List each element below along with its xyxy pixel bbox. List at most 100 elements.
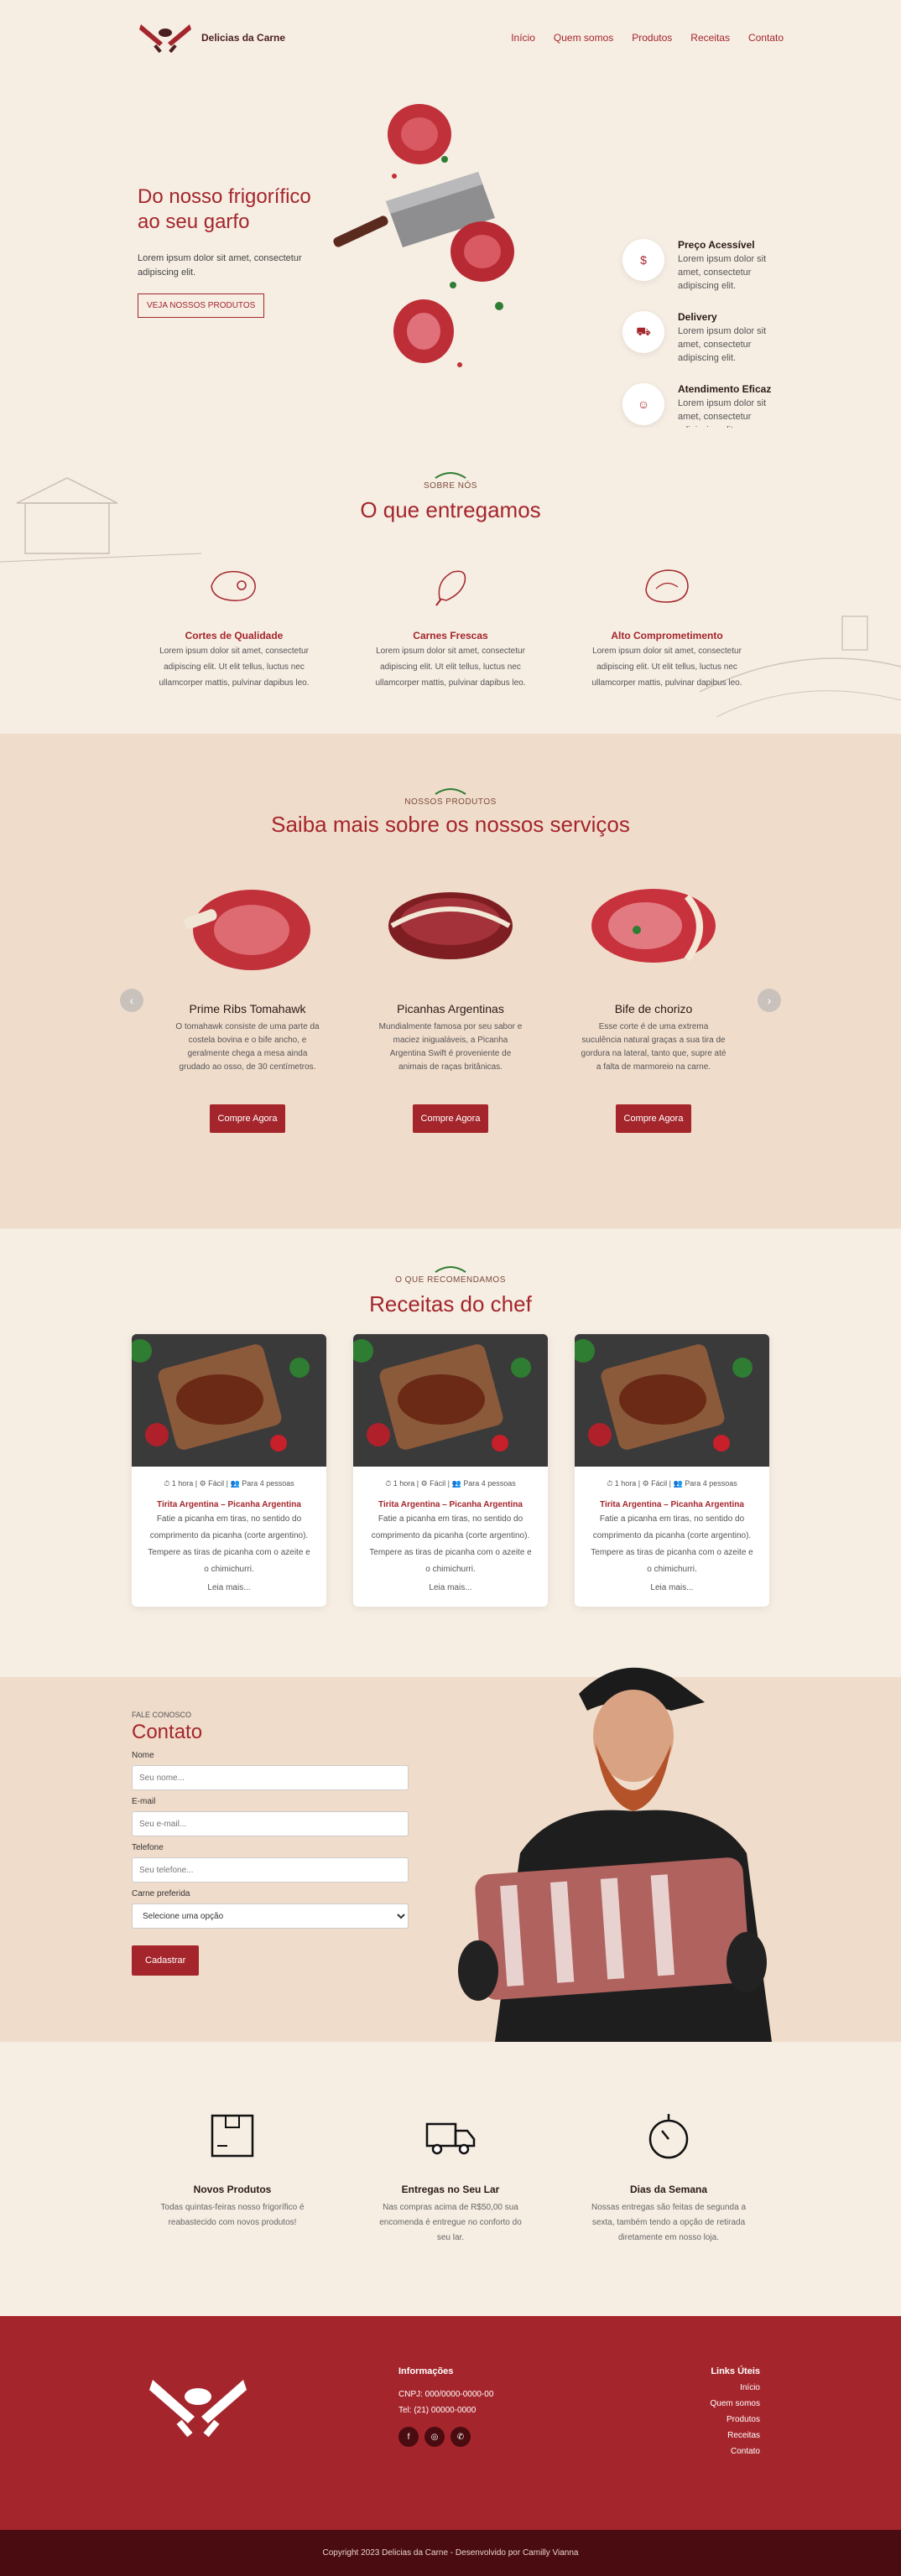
benefit-item: Novos Produtos Todas quintas-feiras noss… [155,2111,310,2316]
feature-item: ⛟ Delivery Lorem ipsum dolor sit amet, c… [622,311,790,365]
products-eyebrow: NOSSOS PRODUTOS [404,797,497,807]
footer-link-receitas[interactable]: Receitas [711,2428,760,2444]
stopwatch-icon [648,2114,689,2159]
product-text: Esse corte é de uma extrema suculência n… [581,1022,727,1072]
product-name: Picanhas Argentinas [397,1002,504,1015]
name-label: Nome [132,1751,154,1760]
tomahawk-steak-image [184,890,310,970]
benefit-text: Nas compras acima de R$50,00 sua encomen… [379,2203,522,2242]
footer-info-title: Informações [398,2366,454,2376]
grilled-picanha-image [575,1334,769,1467]
phone-label: Telefone [132,1843,164,1852]
recipe-text: Fatie a picanha em tiras, no sentido do … [369,1514,532,1574]
register-button[interactable]: Cadastrar [132,1945,200,1976]
footer-links-title: Links Úteis [711,2366,760,2376]
see-products-button[interactable]: VEJA NOSSOS PRODUTOS [138,293,265,318]
favorite-meat-select[interactable]: Selecione uma opção [132,1903,409,1929]
main-nav: Início Quem somos Produtos Receitas Cont… [511,32,784,44]
carousel-next-arrow-icon[interactable]: › [758,989,781,1012]
contact-title: Contato [132,1721,203,1743]
recipe-title[interactable]: Tirita Argentina – Picanha Argentina [575,1500,769,1509]
contact-form: FALE CONOSCO Contato Nome E-mail Telefon… [132,1711,409,1976]
delivery-truck-icon [425,2122,476,2155]
whatsapp-icon[interactable]: ✆ [450,2427,471,2447]
social-links: f ◎ ✆ [398,2427,493,2447]
site-footer: Informações CNPJ: 000/0000-0000-00 Tel: … [0,2316,901,2530]
picanha-image [388,892,513,959]
phone-text: Tel: (21) 00000-0000 [398,2406,477,2415]
price-tag-icon: $ [622,239,664,281]
benefit-title: Dias da Semana [629,2184,708,2195]
package-box-icon [211,2114,254,2158]
buy-now-button[interactable]: Compre Agora [209,1104,286,1133]
benefit-title: Entregas no Seu Lar [401,2184,500,2195]
feature-text: Lorem ipsum dolor sit amet, consectetur … [678,254,767,291]
grilled-picanha-image [132,1334,326,1467]
buy-now-button[interactable]: Compre Agora [615,1104,692,1133]
product-text: Mundialmente famosa por seu sabor e maci… [378,1022,523,1072]
recipe-card[interactable]: ⏱ 1 hora | ⚙ Fácil | 👥 Para 4 pessoas Ti… [575,1334,769,1607]
recipe-title[interactable]: Tirita Argentina – Picanha Argentina [353,1500,548,1509]
recipe-card[interactable]: ⏱ 1 hora | ⚙ Fácil | 👥 Para 4 pessoas Ti… [353,1334,548,1607]
nav-link-contato[interactable]: Contato [748,32,784,44]
herb-sprig-icon [435,788,466,795]
phone-field[interactable] [132,1857,409,1883]
about-item-title: Cortes de Qualidade [185,630,284,641]
cleaver-cow-logo-icon [149,2380,247,2438]
herb-sprig-icon [435,472,466,479]
facebook-icon[interactable]: f [398,2427,419,2447]
footer-link-produtos[interactable]: Produtos [711,2412,760,2428]
nav-link-quem-somos[interactable]: Quem somos [554,32,613,44]
favorite-meat-label: Carne preferida [132,1889,190,1898]
read-more-link[interactable]: Leia mais... [590,1580,754,1597]
feature-item: $ Preço Acessível Lorem ipsum dolor sit … [622,239,790,293]
read-more-link[interactable]: Leia mais... [147,1580,311,1597]
nav-link-inicio[interactable]: Início [511,32,535,44]
footer-link-inicio[interactable]: Início [711,2380,760,2396]
about-title: O que entregamos [360,497,541,522]
feature-title: Atendimento Eficaz [678,383,772,395]
about-item-title: Carnes Frescas [413,630,488,641]
recipe-card[interactable]: ⏱ 1 hora | ⚙ Fácil | 👥 Para 4 pessoas Ti… [132,1334,326,1607]
site-header: Delicias da Carne Início Quem somos Prod… [0,0,901,75]
footer-link-contato[interactable]: Contato [711,2444,760,2459]
brand-name: Delicias da Carne [201,32,286,44]
copyright-bar: Copyright 2023 Delicias da Carne - Desen… [0,2530,901,2576]
herb-sprig-icon [435,1266,466,1273]
email-label: E-mail [132,1797,156,1806]
footer-link-quem-somos[interactable]: Quem somos [711,2396,760,2412]
bife-de-chorizo-image [591,889,716,963]
read-more-link[interactable]: Leia mais... [368,1580,533,1597]
drumstick-icon [435,570,466,606]
hero-content: Do nosso frigorífico ao seu garfo Lorem … [138,184,322,318]
nav-link-produtos[interactable]: Produtos [632,32,672,44]
about-section: SOBRE NÓS O que entregamos Cortes de Qua… [0,428,901,734]
hero-meat-cleaver-image [333,104,514,367]
benefit-text: Nossas entregas são feitas de segunda a … [591,2203,747,2242]
product-card: Prime Ribs Tomahawk O tomahawk consiste … [172,880,323,1133]
products-title: Saiba mais sobre os nossos serviços [271,812,630,837]
instagram-icon[interactable]: ◎ [424,2427,445,2447]
products-carousel: ‹ Prime Ribs Tomahawk O tomahawk consist… [115,880,786,1133]
recipe-title[interactable]: Tirita Argentina – Picanha Argentina [132,1500,326,1509]
features-list: $ Preço Acessível Lorem ipsum dolor sit … [622,239,790,455]
about-item: Carnes Frescas Lorem ipsum dolor sit ame… [358,565,543,691]
buy-now-button[interactable]: Compre Agora [412,1104,489,1133]
logo[interactable]: Delicias da Carne [138,21,285,55]
product-card: Picanhas Argentinas Mundialmente famosa … [375,880,526,1133]
carousel-prev-arrow-icon[interactable]: ‹ [120,989,143,1012]
about-item-text: Lorem ipsum dolor sit amet, consectetur … [375,647,526,688]
name-field[interactable] [132,1765,409,1790]
recipe-meta: ⏱ 1 hora | ⚙ Fácil | 👥 Para 4 pessoas [607,1479,737,1488]
benefits-section: Novos Produtos Todas quintas-feiras noss… [0,2042,901,2316]
feature-title: Preço Acessível [678,239,755,251]
recipes-heading: O QUE RECOMENDAMOS Receitas do chef [0,1264,901,1317]
grilled-picanha-image [353,1334,548,1467]
nav-link-receitas[interactable]: Receitas [690,32,730,44]
email-field[interactable] [132,1811,409,1836]
footer-links: Links Úteis Início Quem somos Produtos R… [711,2366,760,2459]
products-section: NOSSOS PRODUTOS Saiba mais sobre os noss… [0,734,901,1228]
hero-title: Do nosso frigorífico ao seu garfo [138,185,311,233]
product-text: O tomahawk consiste de uma parte da cost… [175,1022,320,1072]
about-item-text: Lorem ipsum dolor sit amet, consectetur … [159,647,310,688]
